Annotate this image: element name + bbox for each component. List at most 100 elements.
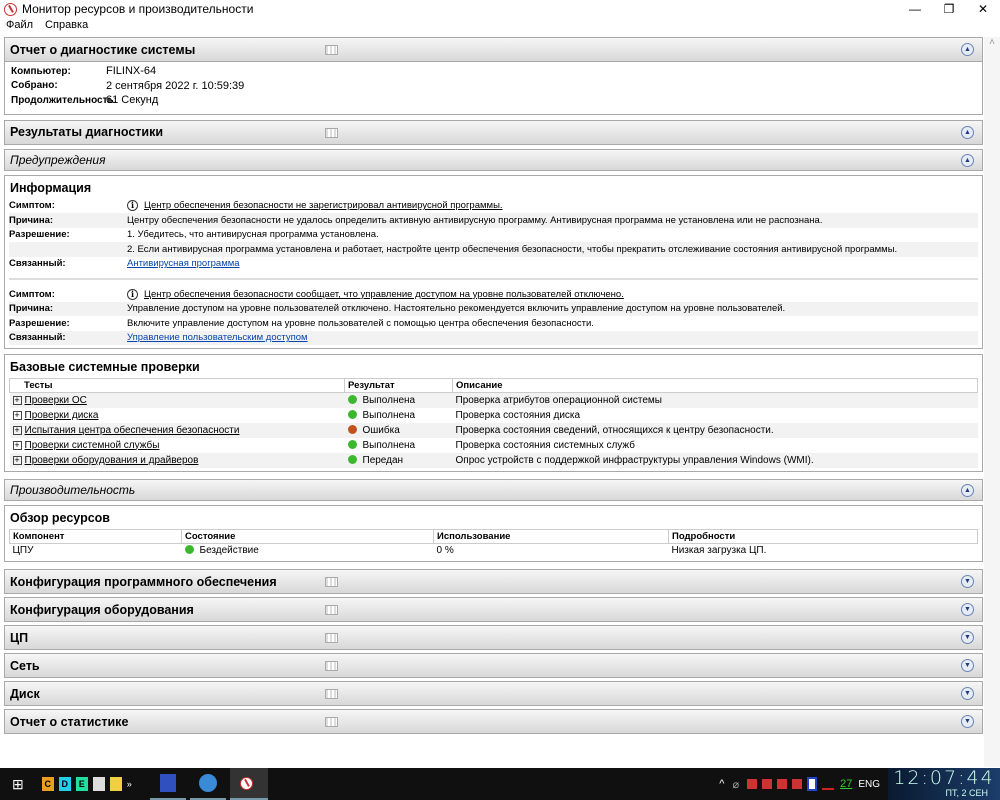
expand-icon[interactable]: ▼ xyxy=(961,575,974,588)
col-usage: Использование xyxy=(433,528,669,544)
expand-icon[interactable]: ▼ xyxy=(961,715,974,728)
symptom-link[interactable]: Центр обеспечения безопасности сообщает,… xyxy=(144,289,624,300)
usage: 0 % xyxy=(436,545,454,557)
menu-file[interactable]: Файл xyxy=(6,18,33,33)
collapse-icon[interactable]: ▲ xyxy=(961,43,974,56)
resources-table: Компонент Состояние Использование Подробнос… xyxy=(9,528,978,559)
clock[interactable]: 12:07:44 ПТ, 2 СЕН xyxy=(888,768,1000,800)
scroll-up-icon[interactable]: ˄ xyxy=(984,37,1000,48)
expand-icon[interactable]: + xyxy=(12,425,22,435)
table-icon[interactable] xyxy=(325,633,338,643)
paperclip-icon[interactable]: ⌀ xyxy=(732,778,739,791)
section-disk-header[interactable]: Диск ▼ xyxy=(4,681,983,706)
language-indicator[interactable]: ENG xyxy=(858,779,880,790)
label: Связанный: xyxy=(9,332,66,344)
expand-icon[interactable]: + xyxy=(12,440,22,450)
section-statistics-header[interactable]: Отчет о статистике ▼ xyxy=(4,709,983,734)
temperature-indicator[interactable]: 27 xyxy=(840,778,852,790)
section-report-header[interactable]: Отчет о диагностике системы ▲ xyxy=(4,37,983,62)
resource-monitor-app-icon[interactable] xyxy=(229,768,268,800)
status-error-icon xyxy=(347,424,357,434)
expand-icon[interactable]: ▼ xyxy=(961,687,974,700)
tray-chevron-icon[interactable]: ^ xyxy=(719,778,724,790)
section-title: Результаты диагностики xyxy=(10,125,164,139)
result: Выполнена xyxy=(362,394,416,406)
test-link[interactable]: Испытания центра обеспечения безопасност… xyxy=(25,425,240,436)
label: Продолжительность: xyxy=(11,94,117,106)
section-warnings-header[interactable]: Предупреждения ▲ xyxy=(4,148,983,171)
floppy-app-icon[interactable] xyxy=(149,768,186,800)
scrollbar[interactable]: ˄ xyxy=(984,37,1000,767)
section-title: Сеть xyxy=(10,658,40,673)
tray-icon[interactable] xyxy=(762,779,773,789)
expand-icon[interactable]: + xyxy=(12,395,22,405)
expand-icon[interactable]: + xyxy=(12,410,22,420)
label: Разрешение: xyxy=(9,229,70,241)
drive-e-icon[interactable]: E xyxy=(75,777,88,791)
document-icon[interactable] xyxy=(92,777,105,791)
test-link[interactable]: Проверки диска xyxy=(25,410,99,421)
table-icon[interactable] xyxy=(325,689,338,699)
test-link[interactable]: Проверки оборудования и драйверов xyxy=(25,455,199,466)
section-software-config-header[interactable]: Конфигурация программного обеспечения ▼ xyxy=(4,569,983,594)
result: Передан xyxy=(362,454,404,466)
section-title: Диск xyxy=(10,686,40,701)
symptom-link[interactable]: Центр обеспечения безопасности не зареги… xyxy=(144,200,503,211)
expand-icon[interactable]: ▼ xyxy=(961,631,974,644)
section-title: Конфигурация программного обеспечения xyxy=(10,574,277,589)
clock-time: 12:07:44 xyxy=(893,767,995,789)
label: Компьютер: xyxy=(11,65,71,77)
section-diag-results-header[interactable]: Результаты диагностики ▲ xyxy=(4,119,983,145)
tray-icon[interactable] xyxy=(777,779,788,789)
table-icon[interactable] xyxy=(325,45,338,55)
collapse-icon[interactable]: ▲ xyxy=(961,125,974,139)
tray-icon[interactable] xyxy=(807,777,818,791)
section-network-header[interactable]: Сеть ▼ xyxy=(4,653,983,678)
table-icon[interactable] xyxy=(325,605,338,615)
expand-icon[interactable]: ▼ xyxy=(961,603,974,616)
close-button[interactable]: ✕ xyxy=(966,0,1000,18)
expand-icon[interactable]: + xyxy=(12,455,22,465)
tray-icon[interactable] xyxy=(822,778,835,790)
section-title: Конфигурация оборудования xyxy=(10,602,194,617)
start-button[interactable]: ⊞ xyxy=(12,776,24,793)
description: Опрос устройств с поддержкой инфраструкт… xyxy=(452,452,978,468)
table-icon[interactable] xyxy=(325,127,338,138)
related-link[interactable]: Антивирусная программа xyxy=(127,258,240,269)
section-performance-header[interactable]: Производительность ▲ xyxy=(4,478,983,501)
folder-icon[interactable] xyxy=(109,777,122,791)
test-link[interactable]: Проверки ОС xyxy=(25,395,87,406)
table-row: ЦПУ Бездействие 0 % Низкая загрузка ЦП. xyxy=(10,543,978,558)
tray-icon[interactable] xyxy=(747,779,758,789)
label: Причина: xyxy=(9,303,54,315)
table-icon[interactable] xyxy=(325,661,338,671)
browser-app-icon[interactable] xyxy=(189,768,226,800)
maximize-button[interactable]: ❐ xyxy=(932,0,966,18)
section-title: Предупреждения xyxy=(10,152,106,167)
col-component: Компонент xyxy=(9,528,182,544)
section-cpu-header[interactable]: ЦП ▼ xyxy=(4,625,983,650)
drive-c-icon[interactable]: C xyxy=(41,777,54,791)
menu-help[interactable]: Справка xyxy=(45,18,88,33)
minimize-button[interactable]: — xyxy=(898,0,932,18)
result: Ошибка xyxy=(362,424,400,436)
drive-d-icon[interactable]: D xyxy=(58,777,71,791)
overflow-icon[interactable]: » xyxy=(127,779,132,789)
tray-icon[interactable] xyxy=(792,779,803,789)
info-icon: i xyxy=(127,288,138,300)
expand-icon[interactable]: ▼ xyxy=(961,659,974,672)
resolution-text: Включите управление доступом на уровне п… xyxy=(127,317,594,329)
test-link[interactable]: Проверки системной службы xyxy=(25,440,160,451)
collapse-icon[interactable]: ▲ xyxy=(961,153,974,167)
related-link[interactable]: Управление пользовательским доступом xyxy=(127,332,308,343)
duration-value: 61 Секунд xyxy=(106,94,159,107)
report-summary: Компьютер: FILINX-64 Собрано: 2 сентября 2… xyxy=(4,62,983,115)
section-hardware-config-header[interactable]: Конфигурация оборудования ▼ xyxy=(4,597,983,622)
label: Собрано: xyxy=(11,80,58,92)
resolution-text: 2. Если антивирусная программа установле… xyxy=(127,243,898,255)
table-icon[interactable] xyxy=(325,577,338,587)
collapse-icon[interactable]: ▲ xyxy=(961,483,974,497)
resource-overview-box: Обзор ресурсов Компонент Состояние Использ… xyxy=(4,504,983,562)
table-icon[interactable] xyxy=(325,717,338,727)
clock-date: ПТ, 2 СЕН xyxy=(945,788,988,798)
